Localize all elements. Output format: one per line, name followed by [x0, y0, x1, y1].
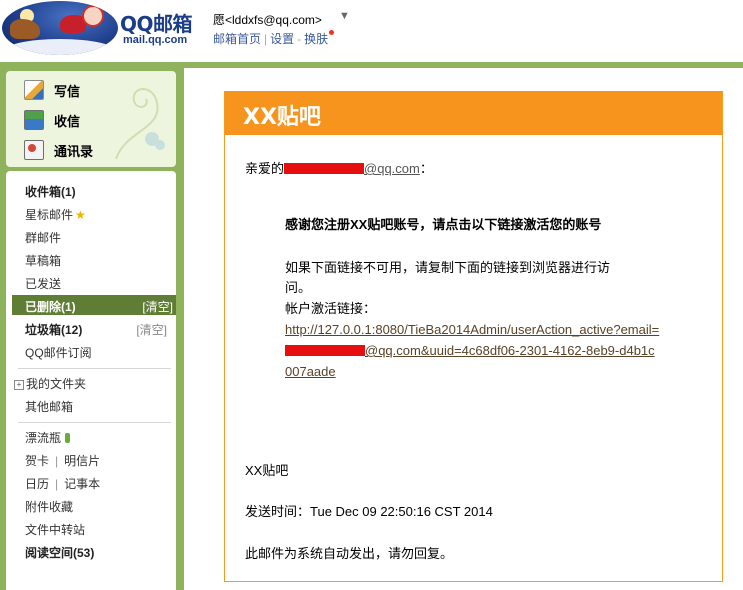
divider: [18, 422, 171, 423]
file-transfer-link[interactable]: 文件中转站: [25, 521, 85, 538]
fallback-line-1: 如果下面链接不可用，请复制下面的链接到浏览器进行访: [285, 260, 611, 275]
compose-button[interactable]: 写信: [24, 79, 80, 101]
my-folders[interactable]: + 我的文件夹: [14, 375, 86, 392]
link-separator: -: [297, 32, 302, 46]
cards-row: 贺卡 | 明信片: [25, 452, 100, 469]
attachments-link[interactable]: 附件收藏: [25, 498, 73, 515]
folder-starred-label: 星标邮件: [25, 208, 74, 222]
divider: [18, 368, 171, 369]
signature: XX贴吧: [245, 463, 289, 478]
notes-link[interactable]: 记事本: [64, 477, 100, 491]
logo-url: mail.qq.com: [123, 34, 188, 46]
thanks-message: 感谢您注册XX贴吧账号，请点击以下链接激活您的账号: [285, 217, 602, 232]
folder-spam[interactable]: 垃圾箱(12): [25, 321, 82, 338]
link-separator: |: [264, 32, 268, 46]
write-icon: [24, 80, 44, 100]
folder-deleted-label: 已删除(1): [25, 300, 76, 314]
quick-actions: 写信 收信 通讯录: [6, 71, 176, 167]
top-header: QQ邮箱 mail.qq.com 愿<lddxfs@qq.com> ▼ 邮箱首页…: [0, 0, 743, 62]
folder-subscriptions[interactable]: QQ邮件订阅: [25, 344, 92, 361]
postcard-link[interactable]: 明信片: [64, 454, 100, 468]
folder-deleted[interactable]: 已删除(1) [清空]: [12, 295, 176, 315]
clear-spam-button[interactable]: [清空]: [136, 321, 167, 338]
link-separator: |: [55, 454, 59, 468]
folder-sent[interactable]: 已发送: [25, 275, 61, 292]
clear-deleted-button[interactable]: [清空]: [142, 298, 173, 315]
logo-image[interactable]: [2, 1, 118, 55]
link-separator: |: [55, 477, 59, 491]
receive-icon: [24, 110, 44, 130]
user-account: 愿<lddxfs@qq.com>: [213, 13, 322, 27]
recipient-email-link[interactable]: @qq.com: [364, 161, 420, 176]
settings-link[interactable]: 设置: [270, 32, 294, 46]
drift-bottle[interactable]: 漂流瓶: [25, 429, 71, 446]
folder-list: 收件箱(1) 星标邮件 ★ 群邮件 草稿箱 已发送 已删除(1) [清空] 垃圾箱…: [6, 171, 176, 590]
header-links: 邮箱首页 | 设置 - 换肤: [213, 30, 335, 47]
mail-banner: XX贴吧: [225, 91, 722, 135]
notification-dot-icon: [329, 30, 335, 35]
mail-brand-title: XX贴吧: [243, 105, 321, 130]
folder-drafts[interactable]: 草稿箱: [25, 252, 61, 269]
compose-label: 写信: [54, 83, 81, 99]
mailbox-home-link[interactable]: 邮箱首页: [213, 32, 261, 46]
receive-button[interactable]: 收信: [24, 109, 80, 131]
greeting-colon: ：: [419, 161, 433, 176]
logo-text[interactable]: QQ邮箱: [120, 8, 193, 37]
drift-bottle-label: 漂流瓶: [25, 431, 62, 445]
folder-inbox[interactable]: 收件箱(1): [25, 183, 76, 200]
bottle-icon: [65, 433, 71, 443]
greeting: 亲爱的 @qq.com：: [245, 158, 433, 177]
sidebar: 写信 收信 通讯录 收件箱(1) 星标邮件 ★ 群邮件 草稿箱 已发送 已删除(1…: [0, 68, 182, 590]
redacted-username: [284, 163, 365, 174]
star-icon: ★: [75, 208, 86, 222]
activation-label: 帐户激活链接：: [285, 301, 377, 316]
redacted-email: [285, 345, 365, 356]
calendar-link[interactable]: 日历: [25, 477, 49, 491]
fallback-line-2: 问。: [285, 280, 312, 295]
decorative-swirl-icon: [115, 88, 165, 160]
activation-link-part-1[interactable]: http://127.0.0.1:8080/TieBa2014Admin/use…: [285, 322, 659, 337]
folder-group[interactable]: 群邮件: [25, 229, 61, 246]
tools-row: 日历 | 记事本: [25, 475, 100, 492]
my-folders-label: 我的文件夹: [26, 377, 87, 391]
sent-time: 发送时间：Tue Dec 09 22:50:16 CST 2014: [245, 504, 493, 519]
expand-icon[interactable]: +: [14, 380, 24, 390]
contacts-button[interactable]: 通讯录: [24, 139, 93, 161]
greeting-card-link[interactable]: 贺卡: [25, 454, 49, 468]
mail-body: XX贴吧 亲爱的 @qq.com： 感谢您注册XX贴吧账号，请点击以下链接激活您的…: [224, 91, 723, 582]
account-dropdown-icon[interactable]: ▼: [339, 10, 350, 22]
folder-starred[interactable]: 星标邮件 ★: [25, 206, 86, 223]
receive-label: 收信: [54, 113, 81, 129]
reading-space-link[interactable]: 阅读空间(53): [25, 544, 94, 561]
greeting-prefix: 亲爱的: [245, 161, 285, 176]
auto-notice: 此邮件为系统自动发出，请勿回复。: [245, 546, 454, 561]
change-skin-link[interactable]: 换肤: [304, 32, 328, 46]
contacts-label: 通讯录: [54, 143, 94, 159]
contacts-icon: [24, 140, 44, 160]
activation-link[interactable]: http://127.0.0.1:8080/TieBa2014Admin/use…: [285, 319, 660, 382]
other-mailbox[interactable]: 其他邮箱: [25, 398, 73, 415]
